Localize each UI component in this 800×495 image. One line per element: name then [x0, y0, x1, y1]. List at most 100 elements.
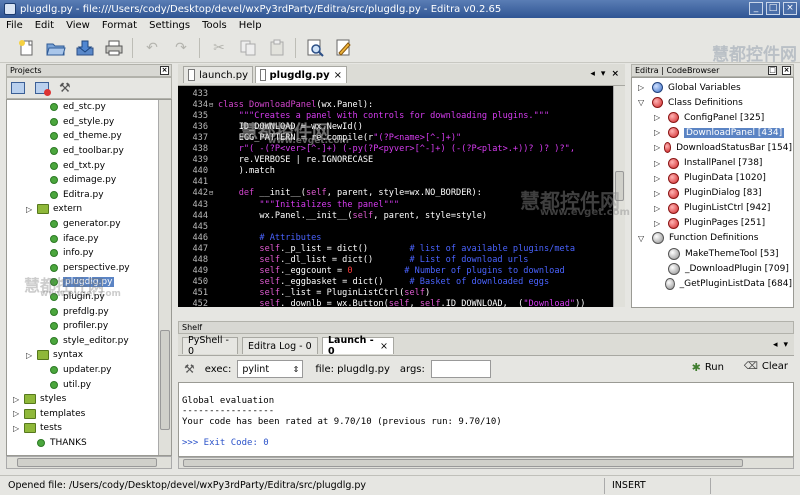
projects-scrollbar[interactable] [158, 100, 171, 455]
expand-arrow-icon[interactable]: ▷ [654, 128, 666, 137]
codebrowser-item[interactable]: ▽ Class Definitions [632, 95, 792, 110]
shelf-hscrollbar[interactable] [178, 457, 794, 469]
project-file-item[interactable]: ed_stc.py [7, 100, 159, 115]
project-file-item[interactable]: ed_txt.py [7, 158, 159, 173]
codebrowser-item[interactable]: ▷ DownloadPanel [434] [632, 125, 792, 140]
expand-arrow-icon[interactable]: ▷ [13, 395, 22, 404]
codebrowser-item[interactable]: ▷ PluginPages [251] [632, 216, 792, 231]
codebrowser-item[interactable]: _DownloadPlugin [709] [632, 261, 792, 276]
close-tab-icon[interactable]: × [334, 70, 342, 81]
settings-tools-icon[interactable]: ⚒ [59, 81, 71, 96]
launch-settings-icon[interactable]: ⚒ [184, 362, 195, 376]
codebrowser-item[interactable]: ▷ Global Variables [632, 80, 792, 95]
menu-help[interactable]: Help [239, 20, 262, 31]
expand-arrow-icon[interactable]: ▷ [26, 351, 35, 360]
projects-hscrollbar[interactable] [6, 456, 172, 469]
tab-list-dropdown-icon[interactable]: ▾ [601, 69, 606, 79]
copy-icon[interactable] [237, 38, 259, 58]
expand-arrow-icon[interactable]: ▷ [654, 174, 666, 183]
project-file-item[interactable]: iface.py [7, 231, 159, 246]
code-editor[interactable]: 433 434 ⊟ class DownloadPanel(wx.Panel): 435… [178, 86, 613, 307]
menu-file[interactable]: File [6, 20, 23, 31]
expand-arrow-icon[interactable]: ▷ [654, 159, 666, 168]
project-file-item[interactable]: THANKS [7, 436, 159, 451]
project-file-item[interactable]: Editra.py [7, 188, 159, 203]
tab-pyshell[interactable]: PyShell - 0 [182, 335, 238, 357]
tab-scroll-left-icon[interactable]: ◂ [590, 69, 595, 79]
tab-plugdlg[interactable]: plugdlg.py × [255, 66, 347, 83]
run-button[interactable]: ✱ Run [692, 361, 724, 374]
codebrowser-item[interactable]: MakeThemeTool [53] [632, 246, 792, 261]
remove-project-icon[interactable] [35, 82, 51, 96]
editor-scroll-thumb[interactable] [615, 171, 624, 201]
add-project-icon[interactable] [11, 82, 25, 94]
projects-scroll-thumb[interactable] [160, 330, 170, 430]
project-file-item[interactable]: plugin.py [7, 290, 159, 305]
editor-vscrollbar[interactable] [613, 86, 625, 307]
codebrowser-item[interactable]: ▷ ConfigPanel [325] [632, 110, 792, 125]
redo-icon[interactable]: ↷ [170, 38, 192, 58]
menu-format[interactable]: Format [102, 20, 137, 31]
tab-scroll-left-icon[interactable]: ◂ [773, 340, 778, 350]
tab-list-dropdown-icon[interactable]: ▾ [783, 340, 788, 350]
menu-view[interactable]: View [66, 20, 90, 31]
project-folder-item[interactable]: ▷ styles [7, 392, 159, 407]
project-file-item[interactable]: style_editor.py [7, 334, 159, 349]
project-file-item[interactable]: plugdlg.py [7, 275, 159, 290]
project-folder-item[interactable]: ▷ templates [7, 406, 159, 421]
launch-output-console[interactable]: Global evaluation ----------------- Your c… [178, 382, 794, 457]
print-icon[interactable] [103, 38, 125, 58]
save-icon[interactable] [74, 38, 96, 58]
expand-arrow-icon[interactable]: ▷ [13, 424, 22, 433]
project-file-item[interactable]: generator.py [7, 217, 159, 232]
open-folder-icon[interactable] [45, 38, 67, 58]
close-projects-button[interactable]: × [160, 66, 169, 75]
project-file-item[interactable]: ed_theme.py [7, 129, 159, 144]
paste-icon[interactable] [266, 38, 288, 58]
codebrowser-item[interactable]: ▽ Function Definitions [632, 231, 792, 246]
codebrowser-item[interactable]: ▷ PluginDialog [83] [632, 186, 792, 201]
project-folder-item[interactable]: ▷ extern [7, 202, 159, 217]
expand-arrow-icon[interactable]: ▷ [654, 113, 666, 122]
close-window-button[interactable]: × [783, 2, 797, 15]
codebrowser-item[interactable]: ▷ InstallPanel [738] [632, 155, 792, 170]
expand-arrow-icon[interactable]: ▽ [638, 98, 650, 107]
tab-launch[interactable]: launch.py [183, 66, 253, 83]
close-browser-button[interactable]: × [782, 66, 791, 75]
expand-arrow-icon[interactable]: ▷ [638, 83, 650, 92]
expand-arrow-icon[interactable]: ▷ [654, 219, 666, 228]
close-tab-icon[interactable]: × [380, 341, 388, 352]
project-folder-item[interactable]: ▷ tests [7, 421, 159, 436]
expand-arrow-icon[interactable]: ▽ [638, 234, 650, 243]
tab-editra-log[interactable]: Editra Log - 0 [242, 337, 318, 354]
codebrowser-item[interactable]: ▷ PluginListCtrl [942] [632, 201, 792, 216]
project-file-item[interactable]: util.py [7, 377, 159, 392]
find-replace-icon[interactable] [333, 38, 355, 58]
new-file-icon[interactable] [16, 38, 38, 58]
project-folder-item[interactable]: ▷ syntax [7, 348, 159, 363]
undo-icon[interactable]: ↶ [141, 38, 163, 58]
minimize-button[interactable]: _ [749, 2, 763, 15]
tab-launch-output[interactable]: Launch - 0 × [322, 335, 394, 357]
codebrowser-item[interactable]: _GetPluginListData [684] [632, 276, 792, 291]
expand-arrow-icon[interactable]: ▷ [654, 204, 666, 213]
pin-browser-button[interactable]: □ [768, 66, 777, 75]
clear-button[interactable]: ⌫ Clear [744, 361, 788, 372]
window-titlebar[interactable]: plugdlg.py - file:///Users/cody/Desktop/… [0, 0, 800, 18]
project-file-item[interactable]: edimage.py [7, 173, 159, 188]
args-input[interactable] [430, 360, 491, 378]
codebrowser-item[interactable]: ▷ PluginData [1020] [632, 171, 792, 186]
expand-arrow-icon[interactable]: ▷ [26, 205, 35, 214]
cut-icon[interactable]: ✂ [208, 38, 230, 58]
expand-arrow-icon[interactable]: ▷ [13, 409, 22, 418]
project-tree[interactable]: ed_stc.py ed_style.py ed_theme.py ed_toolba… [6, 99, 172, 456]
project-file-item[interactable]: ed_style.py [7, 115, 159, 130]
project-file-item[interactable]: perspective.py [7, 261, 159, 276]
code-browser-tree[interactable]: ▷ Global Variables ▽ Class Definitions ▷ Conf… [631, 77, 794, 308]
project-file-item[interactable]: info.py [7, 246, 159, 261]
expand-arrow-icon[interactable]: ▷ [654, 189, 666, 198]
maximize-button[interactable]: □ [766, 2, 780, 15]
project-file-item[interactable]: updater.py [7, 363, 159, 378]
menu-edit[interactable]: Edit [35, 20, 54, 31]
find-icon[interactable] [304, 38, 326, 58]
